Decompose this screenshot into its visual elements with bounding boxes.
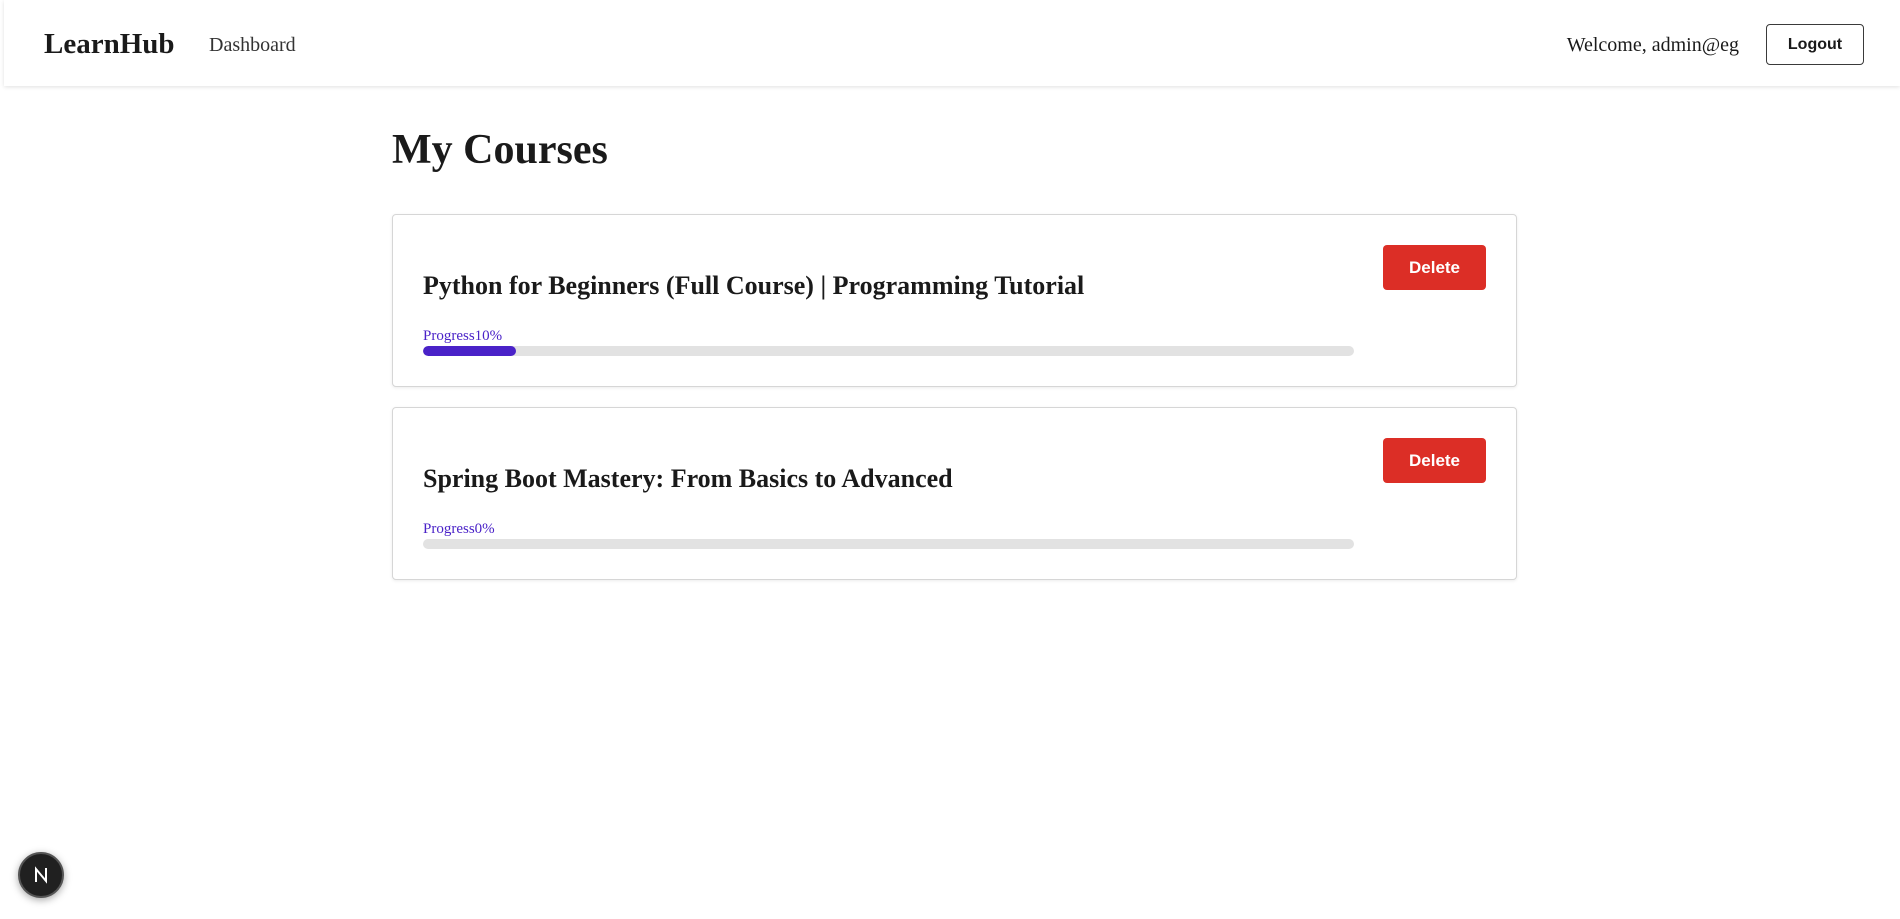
progress-bar-fill — [423, 346, 517, 356]
progress-bar — [423, 539, 1354, 549]
page-title: My Courses — [392, 127, 608, 173]
welcome-message: Welcome, admin@eg — [1566, 34, 1739, 56]
delete-course-button[interactable]: Delete — [1383, 438, 1486, 483]
progress-bar — [423, 346, 1354, 356]
brand-logo[interactable]: LearnHub — [44, 26, 175, 62]
delete-course-button[interactable]: Delete — [1383, 245, 1486, 290]
course-card: Spring Boot Mastery: From Basics to Adva… — [392, 407, 1517, 580]
progress-label: Progress0% — [423, 521, 495, 537]
nextjs-dev-indicator[interactable] — [18, 852, 64, 898]
course-card: Python for Beginners (Full Course) | Pro… — [392, 214, 1517, 387]
top-navbar: LearnHub Dashboard Welcome, admin@eg Log… — [4, 0, 1900, 86]
nav-link-dashboard[interactable]: Dashboard — [209, 33, 296, 57]
course-title: Spring Boot Mastery: From Basics to Adva… — [423, 464, 953, 493]
course-title: Python for Beginners (Full Course) | Pro… — [423, 271, 1085, 300]
nextjs-logo-icon — [35, 866, 47, 884]
progress-label: Progress10% — [423, 328, 503, 344]
logout-button[interactable]: Logout — [1766, 24, 1864, 65]
